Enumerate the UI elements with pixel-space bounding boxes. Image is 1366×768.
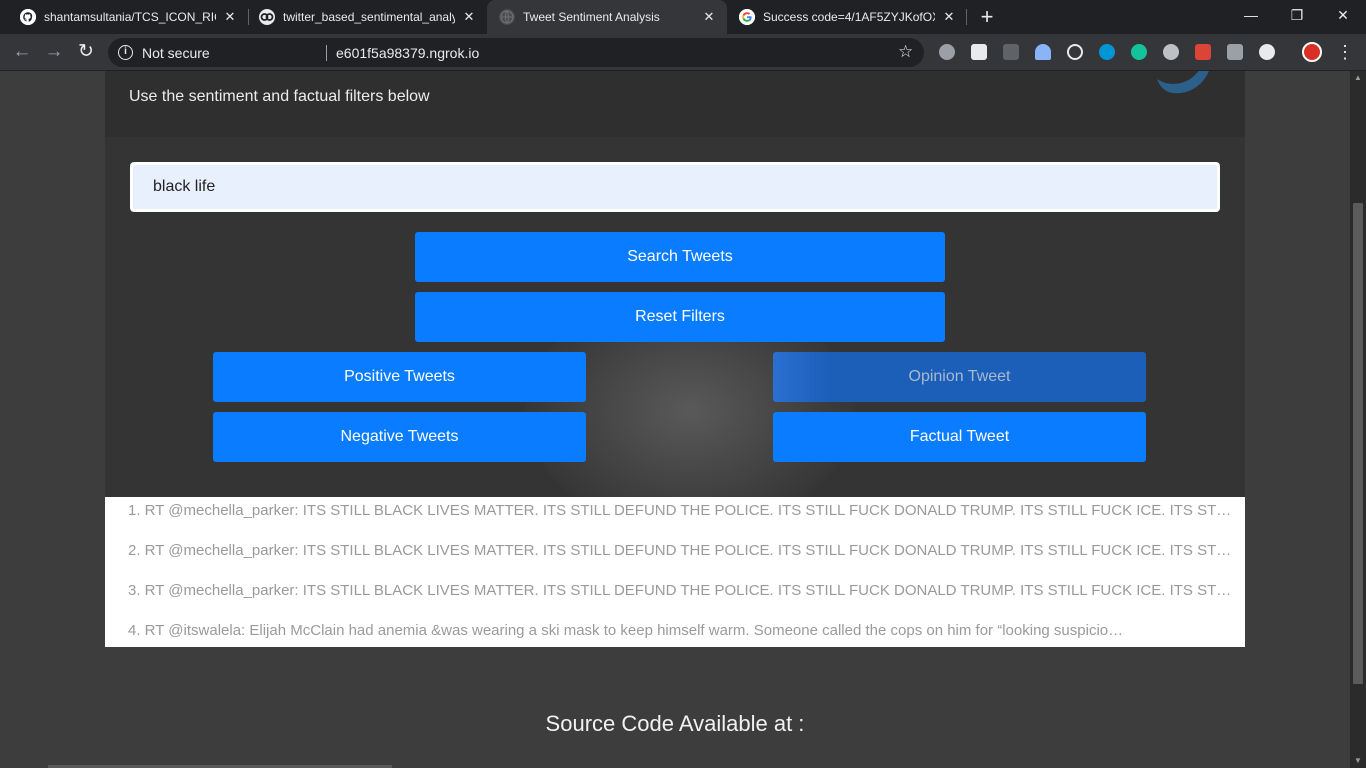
info-icon[interactable]: i: [118, 45, 133, 60]
search-tweets-button[interactable]: Search Tweets: [415, 232, 945, 282]
close-window-button[interactable]: ✕: [1320, 0, 1366, 30]
tab-title: shantamsultania/TCS_ICON_RIO-: [44, 10, 216, 24]
reset-filters-button[interactable]: Reset Filters: [415, 292, 945, 342]
page-subtitle: Use the sentiment and factual filters be…: [129, 88, 430, 105]
tab-title: twitter_based_sentimental_analys: [283, 10, 455, 24]
twitter-bird-icon: [1157, 71, 1209, 94]
search-card: Use the sentiment and factual filters be…: [105, 71, 1245, 497]
new-tab-button[interactable]: +: [976, 3, 998, 31]
reload-icon[interactable]: ↻: [73, 39, 99, 65]
search-input[interactable]: [130, 162, 1220, 212]
extension-hp-icon[interactable]: [1099, 44, 1115, 60]
google-icon: [739, 9, 755, 25]
scroll-up-arrow-icon[interactable]: ▲: [1350, 71, 1366, 85]
tweet-item: 1. RT @mechella_parker: ITS STILL BLACK …: [128, 502, 1235, 519]
tweet-item: 3. RT @mechella_parker: ITS STILL BLACK …: [128, 582, 1235, 599]
browser-window: shantamsultania/TCS_ICON_RIO- ✕ twitter_…: [0, 0, 1366, 768]
page-viewport: Use the sentiment and factual filters be…: [0, 71, 1350, 768]
tweet-item: 2. RT @mechella_parker: ITS STILL BLACK …: [128, 542, 1235, 559]
security-label[interactable]: Not secure: [142, 45, 210, 61]
github-icon: [20, 9, 36, 25]
maximize-button[interactable]: ❐: [1274, 0, 1320, 30]
factual-tweet-button[interactable]: Factual Tweet: [773, 412, 1146, 462]
tweet-item: 4. RT @itswalela: Elijah McClain had ane…: [128, 622, 1124, 639]
vertical-scrollbar[interactable]: ▲ ▼: [1350, 71, 1366, 768]
tab-colab[interactable]: twitter_based_sentimental_analys ✕: [247, 0, 487, 34]
tab-google-success[interactable]: Success code=4/1AF5ZYJKofOXk ✕: [727, 0, 967, 34]
tab-title: Tweet Sentiment Analysis: [523, 10, 660, 24]
scrollbar-thumb[interactable]: [1353, 203, 1363, 684]
extension-ninja-icon[interactable]: [1003, 44, 1019, 60]
tab-close-icon[interactable]: ✕: [701, 9, 717, 25]
negative-tweets-button[interactable]: Negative Tweets: [213, 412, 586, 462]
forward-arrow-icon[interactable]: →: [41, 39, 67, 65]
extension-upload-icon[interactable]: [1035, 44, 1051, 60]
extension-grammarly-icon[interactable]: [1131, 44, 1147, 60]
extension-gray-icon[interactable]: [939, 44, 955, 60]
tweet-results-list: 1. RT @mechella_parker: ITS STILL BLACK …: [105, 497, 1245, 647]
minimize-button[interactable]: —: [1228, 0, 1274, 30]
opinion-tweet-button[interactable]: Opinion Tweet: [773, 352, 1146, 402]
globe-icon: [499, 9, 515, 25]
url-text[interactable]: e601f5a98379.ngrok.io: [336, 45, 479, 61]
extension-gmail-icon[interactable]: [1195, 44, 1211, 60]
tab-close-icon[interactable]: ✕: [941, 9, 957, 25]
back-arrow-icon[interactable]: ←: [9, 39, 35, 65]
extension-downloader-icon[interactable]: [1163, 44, 1179, 60]
positive-tweets-button[interactable]: Positive Tweets: [213, 352, 586, 402]
tab-close-icon[interactable]: ✕: [461, 9, 477, 25]
menu-kebab-icon[interactable]: ⋮: [1336, 40, 1354, 64]
header-band: Use the sentiment and factual filters be…: [105, 71, 1245, 137]
tab-title: Success code=4/1AF5ZYJKofOXk: [763, 10, 935, 24]
tab-strip: shantamsultania/TCS_ICON_RIO- ✕ twitter_…: [0, 0, 1366, 34]
source-code-heading: Source Code Available at :: [545, 711, 805, 736]
bookmark-star-icon[interactable]: ☆: [898, 42, 913, 62]
tab-close-icon[interactable]: ✕: [222, 9, 238, 25]
extension-record-icon[interactable]: [1259, 44, 1275, 60]
address-bar[interactable]: i Not secure e601f5a98379.ngrok.io ☆: [108, 38, 924, 67]
profile-avatar[interactable]: [1302, 42, 1322, 62]
tab-separator: [966, 9, 967, 25]
extension-download-icon[interactable]: [1067, 44, 1083, 60]
tab-tweet-sentiment[interactable]: Tweet Sentiment Analysis ✕: [487, 0, 727, 34]
address-separator: [326, 45, 327, 61]
colab-icon: [259, 9, 275, 25]
scroll-down-arrow-icon[interactable]: ▼: [1350, 754, 1366, 768]
extension-facebook-icon[interactable]: [1227, 44, 1243, 60]
tab-github[interactable]: shantamsultania/TCS_ICON_RIO- ✕: [8, 0, 248, 34]
extension-cloud-icon[interactable]: [971, 44, 987, 60]
browser-toolbar: ← → ↻ i Not secure e601f5a98379.ngrok.io…: [0, 34, 1366, 71]
